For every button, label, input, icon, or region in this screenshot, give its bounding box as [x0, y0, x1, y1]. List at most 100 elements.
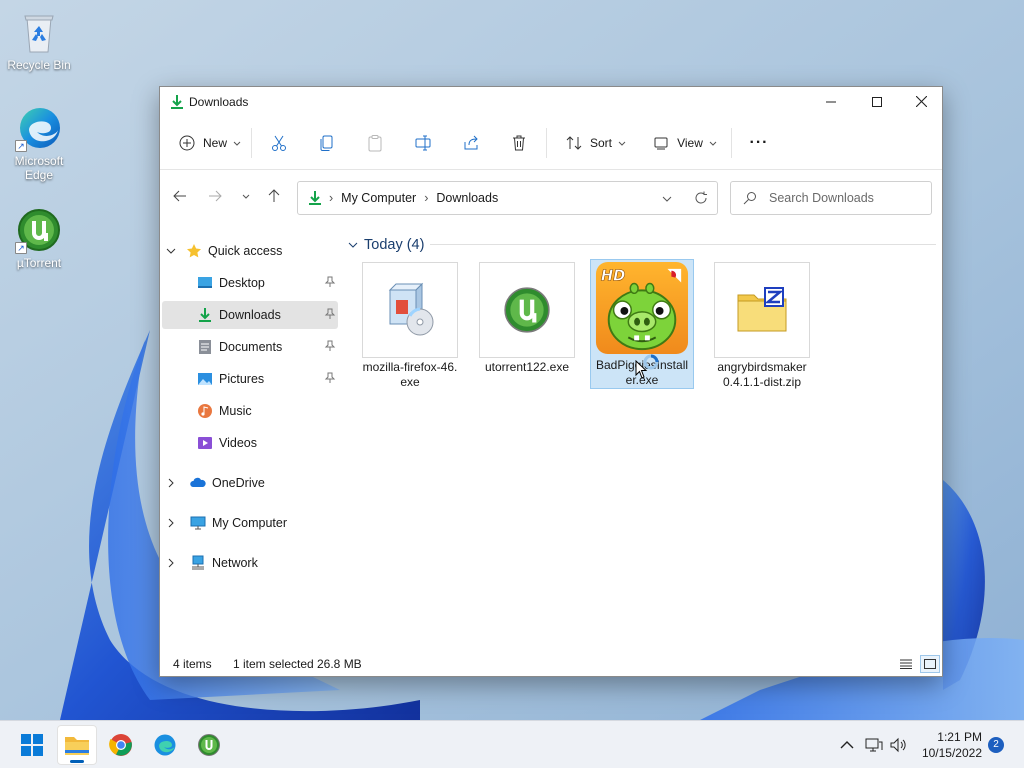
shortcut-arrow-icon: ↗: [15, 242, 27, 254]
chevron-right-icon[interactable]: [166, 558, 176, 568]
search-input[interactable]: Search Downloads: [730, 181, 932, 215]
details-view-icon: [900, 659, 912, 669]
status-item-count: 4 items: [173, 657, 212, 671]
clock-date: 10/15/2022: [921, 746, 982, 760]
toolbar-divider: [731, 127, 732, 158]
folder-icon: [65, 737, 89, 755]
group-divider: [430, 244, 936, 245]
group-header-label: Today (4): [364, 237, 425, 253]
forward-button[interactable]: [204, 185, 226, 207]
tiles-view-icon: [924, 659, 936, 669]
nav-item-label: Downloads: [219, 308, 281, 322]
nav-item-label: Desktop: [219, 276, 265, 290]
nav-item-videos[interactable]: Videos: [162, 429, 338, 457]
nav-onedrive[interactable]: OneDrive: [166, 469, 342, 497]
chevron-down-icon[interactable]: [348, 240, 358, 250]
nav-quick-access[interactable]: Quick access: [166, 237, 342, 265]
file-explorer-window: Downloads New Sort View ··· › My Compute…: [159, 86, 943, 677]
network-tray-button[interactable]: [864, 735, 884, 755]
sort-button[interactable]: Sort: [550, 125, 642, 161]
breadcrumb-separator: ›: [329, 191, 334, 205]
recent-locations-button[interactable]: [235, 185, 257, 207]
share-button[interactable]: [447, 125, 495, 161]
refresh-icon[interactable]: [694, 191, 708, 205]
see-more-button[interactable]: ···: [735, 125, 783, 161]
close-button[interactable]: [898, 87, 944, 116]
rename-button[interactable]: [399, 125, 447, 161]
nav-item-label: Documents: [219, 340, 283, 354]
download-icon: [199, 308, 211, 322]
view-button[interactable]: View: [642, 125, 728, 161]
chevron-right-icon[interactable]: [166, 518, 176, 528]
status-bar: 4 items 1 item selected 26.8 MB: [160, 652, 942, 676]
cut-button[interactable]: [255, 125, 303, 161]
tiles-view-button[interactable]: [920, 655, 940, 673]
group-header[interactable]: Today (4): [348, 236, 424, 254]
documents-icon: [199, 340, 211, 354]
breadcrumb-downloads[interactable]: Downloads: [436, 191, 498, 205]
nav-item-label: Music: [219, 404, 252, 418]
share-icon: [464, 135, 478, 149]
taskbar-clock[interactable]: 1:21 PM 10/15/2022: [922, 729, 982, 761]
nav-my-computer[interactable]: My Computer: [166, 509, 342, 537]
windows-logo-icon: [21, 734, 43, 756]
title-bar[interactable]: Downloads: [160, 87, 942, 116]
nav-quick-access-label: Quick access: [208, 244, 283, 258]
show-hidden-icons-button[interactable]: [837, 735, 857, 755]
new-button-label: New: [202, 135, 227, 150]
file-thumbnail: [714, 262, 810, 358]
new-button[interactable]: New: [172, 125, 248, 161]
taskbar-file-explorer[interactable]: [57, 725, 97, 765]
volume-tray-button[interactable]: [889, 735, 909, 755]
paste-button[interactable]: [351, 125, 399, 161]
zip-archive-icon: [737, 287, 787, 332]
taskbar-utorrent[interactable]: [189, 725, 229, 765]
nav-item-documents[interactable]: Documents: [162, 333, 338, 361]
search-icon: [743, 192, 756, 205]
taskbar-chrome[interactable]: [101, 725, 141, 765]
maximize-button[interactable]: [854, 87, 900, 116]
chevron-down-icon: [709, 141, 717, 146]
file-item[interactable]: utorrent122.exe: [475, 261, 579, 391]
minimize-button[interactable]: [808, 87, 854, 116]
recycle-bin-icon: [15, 8, 63, 56]
file-item[interactable]: mozilla-firefox-46.exe: [358, 261, 462, 391]
nav-root-label: Network: [212, 556, 258, 570]
chevron-right-icon[interactable]: [166, 478, 176, 488]
network-icon: [865, 738, 883, 752]
up-button[interactable]: [263, 185, 285, 207]
utorrent-icon: [504, 287, 550, 333]
address-bar[interactable]: › My Computer › Downloads: [297, 181, 718, 215]
delete-button[interactable]: [495, 125, 543, 161]
desktop-icon-utorrent[interactable]: ↗ µTorrent: [3, 206, 75, 270]
start-button[interactable]: [12, 725, 52, 765]
nav-item-desktop[interactable]: Desktop: [162, 269, 338, 297]
copy-button[interactable]: [303, 125, 351, 161]
close-icon: [915, 96, 927, 107]
status-selection: 1 item selected: [233, 657, 314, 671]
nav-item-downloads[interactable]: Downloads: [162, 301, 338, 329]
svg-text:HD: HD: [601, 268, 625, 285]
network-icon: [192, 555, 204, 570]
view-icon: [654, 137, 668, 149]
chevron-down-icon[interactable]: [166, 246, 176, 256]
chevron-down-icon[interactable]: [662, 194, 672, 204]
taskbar-edge[interactable]: [145, 725, 185, 765]
file-item-selected[interactable]: HD BadPiggiesInstaller.exe: [590, 259, 694, 389]
minimize-icon: [826, 101, 836, 102]
details-view-button[interactable]: [896, 655, 916, 673]
desktop-icon-recycle-bin[interactable]: Recycle Bin: [3, 8, 75, 72]
file-item[interactable]: angrybirdsmaker0.4.1.1-dist.zip: [710, 261, 814, 391]
pin-icon: [324, 340, 336, 351]
nav-item-music[interactable]: Music: [162, 397, 338, 425]
recycle-bin-label: Recycle Bin: [7, 58, 71, 72]
videos-icon: [198, 437, 212, 449]
nav-item-pictures[interactable]: Pictures: [162, 365, 338, 393]
notification-badge[interactable]: 2: [988, 737, 1004, 753]
download-icon: [309, 191, 321, 205]
back-button[interactable]: [169, 185, 191, 207]
breadcrumb-my-computer[interactable]: My Computer: [341, 191, 416, 205]
nav-network[interactable]: Network: [166, 549, 342, 577]
desktop-icon-microsoft-edge[interactable]: ↗ Microsoft Edge: [3, 104, 75, 182]
command-bar: New Sort View ···: [160, 116, 942, 170]
